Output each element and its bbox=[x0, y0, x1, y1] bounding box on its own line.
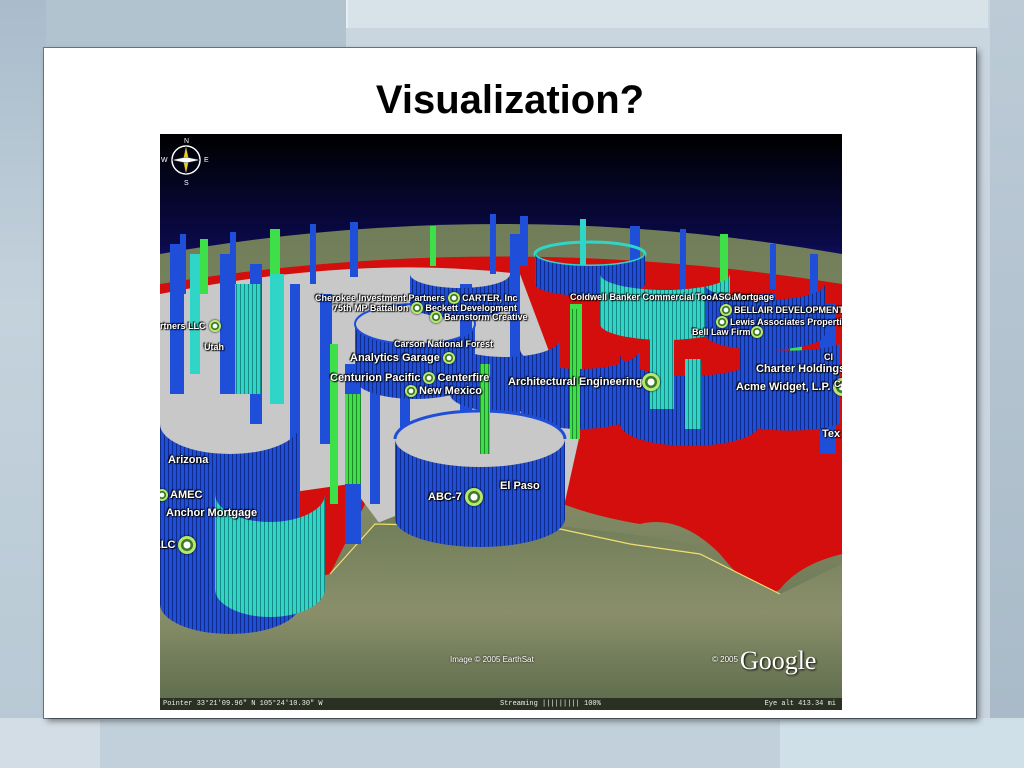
placemark-pin-icon bbox=[160, 489, 168, 501]
slide-title: Visualization? bbox=[375, 78, 645, 122]
placemark-pin-icon bbox=[442, 352, 455, 364]
background-tile-top bbox=[46, 0, 346, 50]
pointer-coordinates: Pointer 33°21'09.96" N 105°24'10.30" W bbox=[163, 700, 323, 708]
google-earth-map[interactable]: Cherokee Investment Partners CARTER, Inc… bbox=[160, 134, 842, 710]
placemark-pin-icon bbox=[464, 488, 483, 506]
streaming-status: Streaming ||||||||| 100% bbox=[500, 700, 601, 708]
placemark-pin-icon bbox=[642, 373, 661, 391]
placemark-pin-icon bbox=[405, 385, 417, 397]
background-tile-left bbox=[0, 0, 46, 768]
background-tile-right bbox=[990, 0, 1024, 768]
place-marker[interactable]: Cl bbox=[822, 352, 833, 362]
background-tile-top-right bbox=[346, 0, 988, 28]
place-marker[interactable]: Charter Holdings bbox=[756, 360, 842, 378]
place-marker[interactable]: El Paso bbox=[498, 480, 540, 492]
place-marker[interactable]: Analytics Garage bbox=[350, 352, 455, 364]
placemark-pin-icon bbox=[750, 326, 763, 338]
place-marker[interactable]: Acme Widget, L.P. bbox=[736, 378, 842, 396]
place-marker[interactable]: rtners LLC bbox=[160, 320, 221, 332]
place-marker[interactable]: New Mexico bbox=[405, 385, 482, 397]
compass-east: E bbox=[204, 157, 209, 164]
place-marker[interactable]: Tex bbox=[820, 428, 840, 440]
placemark-pin-icon bbox=[430, 311, 442, 323]
map-status-bar: Pointer 33°21'09.96" N 105°24'10.30" W S… bbox=[160, 698, 842, 710]
map-scene bbox=[160, 134, 842, 710]
placemark-pin-icon bbox=[720, 304, 732, 316]
eye-altitude: Eye alt 413.34 mi bbox=[764, 700, 836, 708]
place-marker[interactable]: Anchor Mortgage bbox=[164, 507, 257, 519]
placemark-pin-icon bbox=[423, 372, 436, 384]
compass-west: W bbox=[161, 157, 168, 164]
place-marker[interactable]: Arizona bbox=[166, 454, 208, 466]
slide: Visualization? Cherokee Investment Partn… bbox=[44, 48, 976, 718]
place-marker[interactable]: ASC Mortgage bbox=[710, 292, 774, 302]
compass-icon[interactable]: N S E W bbox=[160, 134, 212, 186]
placemark-pin-icon bbox=[178, 536, 197, 554]
imagery-copyright: Image © 2005 EarthSat bbox=[450, 655, 534, 664]
place-marker[interactable]: Bell Law Firm bbox=[690, 326, 763, 338]
place-marker[interactable]: Carson National Forest bbox=[392, 339, 493, 349]
place-marker[interactable]: AMEC bbox=[160, 489, 202, 501]
place-marker[interactable]: BELLAIR DEVELOPMENT GROUP bbox=[720, 304, 842, 316]
placemark-pin-icon bbox=[208, 320, 221, 332]
place-marker[interactable]: Centurion Pacific Centerfire bbox=[330, 372, 489, 384]
placemark-pin-icon bbox=[411, 302, 424, 314]
place-marker[interactable]: Barnstorm Creative bbox=[430, 311, 528, 323]
place-marker[interactable]: LLC bbox=[160, 536, 197, 554]
background-tile-bottom-center bbox=[100, 720, 780, 768]
place-marker[interactable]: Utah bbox=[202, 342, 224, 352]
place-marker[interactable]: ABC-7 bbox=[428, 488, 483, 506]
google-logo: © 2005 Google bbox=[712, 646, 817, 675]
background-tile-bottom-right bbox=[780, 720, 1024, 768]
compass-south: S bbox=[184, 180, 189, 186]
compass-north: N bbox=[184, 138, 189, 145]
place-marker[interactable]: C bbox=[832, 379, 841, 389]
place-marker[interactable]: Architectural Engineering bbox=[506, 373, 661, 391]
